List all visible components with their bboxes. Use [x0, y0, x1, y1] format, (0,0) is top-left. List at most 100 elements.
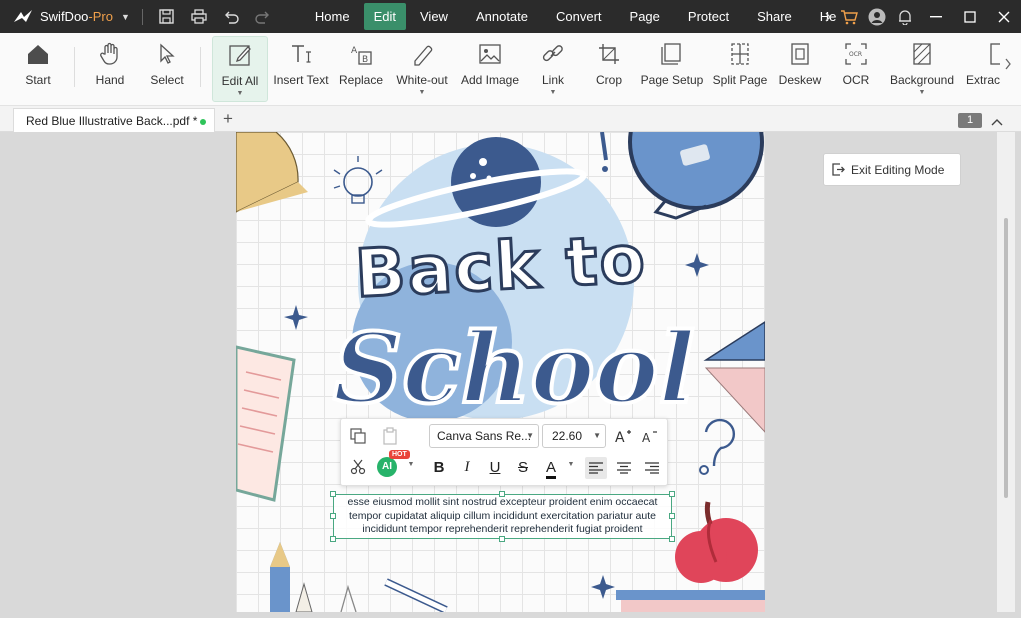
decrease-font-size-icon[interactable]: A — [639, 425, 661, 447]
app-menu-dropdown-icon[interactable]: ▼ — [121, 12, 130, 22]
replace-button[interactable]: AB Replace — [338, 36, 384, 102]
minimize-icon[interactable] — [919, 0, 953, 33]
font-color-icon[interactable]: A — [541, 459, 561, 479]
document-tab-title: Red Blue Illustrative Back...pdf * — [26, 114, 198, 128]
maximize-icon[interactable] — [953, 0, 987, 33]
print-icon[interactable] — [188, 6, 210, 28]
chevron-up-icon[interactable] — [991, 113, 1003, 131]
home-icon — [25, 41, 51, 67]
page-setup-icon — [659, 41, 685, 67]
text-line: esse eiusmod mollit sint nostrud excepte… — [347, 496, 658, 508]
menu-home[interactable]: Home — [301, 0, 364, 33]
hand-button[interactable]: Hand — [88, 36, 132, 102]
resize-handle[interactable] — [499, 491, 505, 497]
cart-icon[interactable] — [835, 0, 863, 33]
hot-badge: HOT — [389, 450, 410, 459]
editable-text-box[interactable]: esse eiusmod mollit sint nostrud excepte… — [330, 491, 675, 542]
text-format-toolbar: Canva Sans Re... ▼ 22.60 ▼ A A AI HOT ▼ … — [340, 418, 668, 486]
divider — [74, 47, 75, 87]
menu-annotate[interactable]: Annotate — [462, 0, 542, 33]
svg-text:B: B — [362, 55, 368, 65]
menu-share[interactable]: Share — [743, 0, 806, 33]
chevron-down-icon: ▼ — [236, 90, 244, 97]
ocr-button[interactable]: OCR OCR — [840, 36, 872, 102]
undo-icon[interactable] — [220, 6, 242, 28]
background-button[interactable]: Background ▼ — [888, 36, 956, 102]
resize-handle[interactable] — [499, 536, 505, 542]
align-center-icon[interactable] — [613, 457, 635, 479]
split-page-button[interactable]: Split Page — [712, 36, 768, 102]
menu-more-chevron-icon[interactable] — [821, 0, 835, 33]
strikethrough-icon[interactable]: S — [513, 459, 533, 476]
ribbon-scroll-right-icon[interactable] — [1004, 57, 1012, 75]
italic-icon[interactable]: I — [457, 459, 477, 476]
ribbon-toolbar: Start Hand Select Edit All ▼ Insert Text… — [0, 33, 1021, 106]
deskew-button[interactable]: Deskew — [778, 36, 822, 102]
redo-icon[interactable] — [252, 6, 274, 28]
extract-button[interactable]: Extrac — [964, 36, 1000, 102]
menu-protect[interactable]: Protect — [674, 0, 743, 33]
swifdoo-logo-icon — [12, 6, 34, 28]
link-icon — [540, 41, 566, 67]
exit-editing-mode-button[interactable]: Exit Editing Mode — [823, 153, 961, 186]
font-size-select[interactable]: 22.60 ▼ — [542, 424, 606, 448]
copy-icon[interactable] — [347, 425, 369, 447]
ai-assistant-button[interactable]: AI — [377, 457, 397, 477]
eraser-icon — [409, 41, 435, 67]
resize-handle[interactable] — [669, 491, 675, 497]
paste-icon[interactable] — [379, 425, 401, 447]
cut-icon[interactable] — [347, 456, 369, 478]
extract-icon — [982, 41, 1000, 67]
edit-all-icon — [227, 42, 253, 68]
underline-icon[interactable]: U — [485, 459, 505, 476]
ocr-icon: OCR — [843, 41, 869, 67]
svg-text:A: A — [642, 431, 651, 444]
resize-handle[interactable] — [669, 536, 675, 542]
scrollbar-thumb[interactable] — [1004, 218, 1008, 498]
chevron-down-icon[interactable]: ▼ — [561, 461, 581, 468]
resize-handle[interactable] — [330, 536, 336, 542]
menu-edit[interactable]: Edit — [363, 3, 406, 30]
resize-handle[interactable] — [330, 513, 336, 519]
split-page-icon — [727, 41, 753, 67]
image-icon — [477, 41, 503, 67]
deskew-icon — [787, 41, 813, 67]
insert-text-button[interactable]: Insert Text — [272, 36, 330, 102]
menu-page[interactable]: Page — [616, 0, 674, 33]
chevron-down-icon: ▼ — [918, 89, 926, 96]
menu-view[interactable]: View — [406, 0, 462, 33]
chevron-down-icon[interactable]: ▼ — [401, 461, 421, 468]
align-right-icon[interactable] — [641, 457, 663, 479]
user-avatar-icon[interactable] — [863, 0, 891, 33]
edit-all-button[interactable]: Edit All ▼ — [212, 36, 268, 102]
background-icon — [909, 41, 935, 67]
menu-convert[interactable]: Convert — [542, 0, 616, 33]
link-button[interactable]: Link ▼ — [536, 36, 570, 102]
resize-handle[interactable] — [669, 513, 675, 519]
notification-bell-icon[interactable] — [891, 0, 919, 33]
crop-icon — [596, 41, 622, 67]
chevron-down-icon: ▼ — [549, 89, 557, 96]
page-number-badge: 1 — [958, 113, 982, 128]
increase-font-size-icon[interactable]: A — [612, 425, 634, 447]
document-tab[interactable]: Red Blue Illustrative Back...pdf * — [13, 108, 215, 133]
hand-icon — [97, 41, 123, 67]
save-icon[interactable] — [156, 6, 178, 28]
close-icon[interactable] — [987, 0, 1021, 33]
svg-text:OCR: OCR — [849, 51, 862, 58]
start-button[interactable]: Start — [17, 36, 59, 102]
align-left-icon[interactable] — [585, 457, 607, 479]
main-menu: Home Edit View Annotate Convert Page Pro… — [301, 0, 841, 33]
white-out-button[interactable]: White-out ▼ — [393, 36, 451, 102]
add-tab-icon[interactable]: + — [223, 109, 233, 129]
font-family-select[interactable]: Canva Sans Re... ▼ — [429, 424, 539, 448]
add-image-button[interactable]: Add Image — [458, 36, 522, 102]
divider — [200, 47, 201, 87]
resize-handle[interactable] — [330, 491, 336, 497]
crop-button[interactable]: Crop — [590, 36, 628, 102]
page-setup-button[interactable]: Page Setup — [640, 36, 704, 102]
text-line: incididunt tempor reprehenderit reprehen… — [362, 523, 643, 535]
text-line: tempor cupidatat aliquip cillum incididu… — [348, 509, 656, 522]
bold-icon[interactable]: B — [429, 459, 449, 476]
select-button[interactable]: Select — [147, 36, 187, 102]
